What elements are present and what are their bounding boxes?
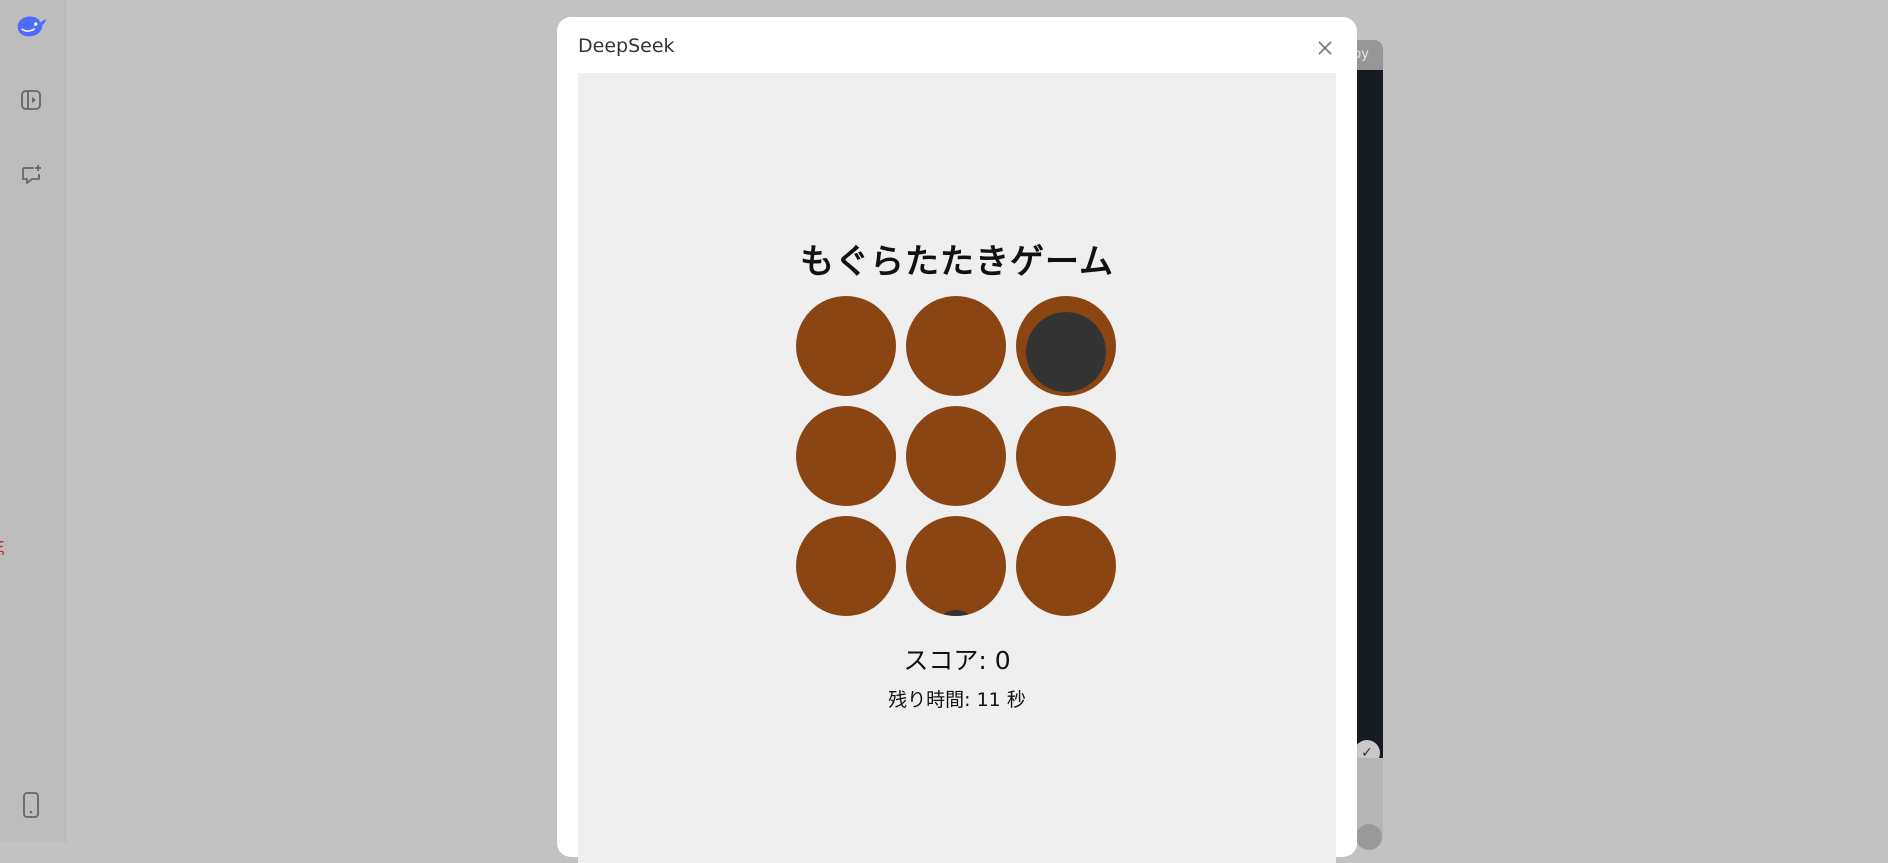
game-preview-frame: もぐらたたきゲーム スコア: 0 残り時間: 11 秒 (578, 73, 1336, 863)
new-chat-icon[interactable] (14, 158, 48, 192)
edge-indicator-icon: ξ (0, 540, 5, 556)
hole[interactable] (1016, 406, 1116, 506)
preview-modal: DeepSeek もぐらたたきゲーム スコア: 0 残り時間: 11 秒 (557, 17, 1357, 863)
hole[interactable] (796, 406, 896, 506)
hole[interactable] (1016, 516, 1116, 616)
hole[interactable] (796, 296, 896, 396)
mobile-app-icon[interactable] (14, 788, 48, 822)
deepseek-logo-icon[interactable] (14, 9, 48, 43)
mole[interactable] (1026, 312, 1106, 392)
mole-grid (796, 296, 1118, 618)
hole[interactable] (1016, 296, 1116, 396)
close-icon[interactable] (1314, 37, 1336, 59)
game-title: もぐらたたきゲーム (800, 242, 1114, 282)
background-button (1356, 824, 1382, 850)
mole[interactable] (936, 610, 976, 616)
hole[interactable] (906, 296, 1006, 396)
hole[interactable] (796, 516, 896, 616)
left-sidebar (0, 0, 66, 842)
timer-display: 残り時間: 11 秒 (888, 689, 1026, 711)
score-display: スコア: 0 (903, 646, 1011, 675)
hole[interactable] (906, 406, 1006, 506)
sidebar-toggle-icon[interactable] (14, 83, 48, 117)
hole[interactable] (906, 516, 1006, 616)
modal-title: DeepSeek (578, 35, 675, 57)
